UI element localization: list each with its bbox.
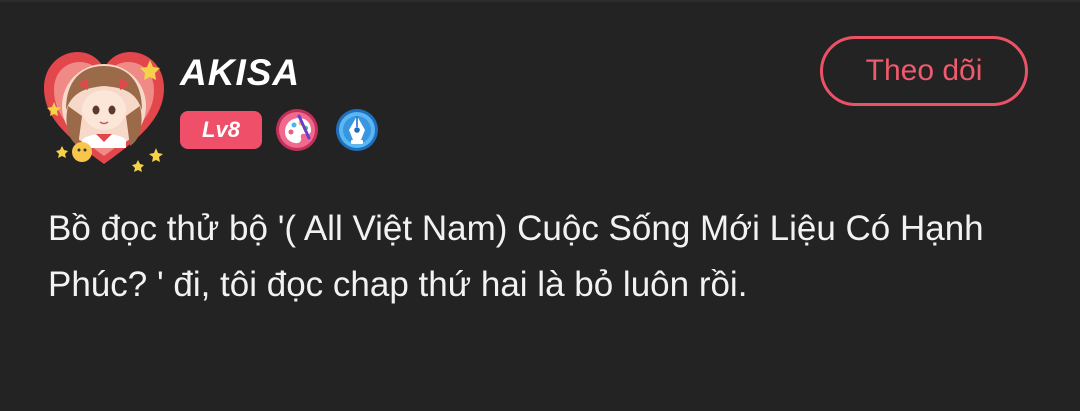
comment-text: Bồ đọc thử bộ '( All Việt Nam) Cuộc Sống… [48, 209, 984, 304]
username[interactable]: AKISA [180, 50, 300, 96]
artist-palette-badge-icon [275, 108, 319, 152]
top-divider [0, 0, 1080, 2]
writer-pen-badge-icon [335, 108, 379, 152]
user-avatar[interactable] [38, 40, 170, 172]
follow-button[interactable]: Theo dõi [820, 36, 1028, 106]
anime-girl-avatar-icon [44, 52, 164, 172]
level-badge: Lv8 [180, 111, 262, 149]
